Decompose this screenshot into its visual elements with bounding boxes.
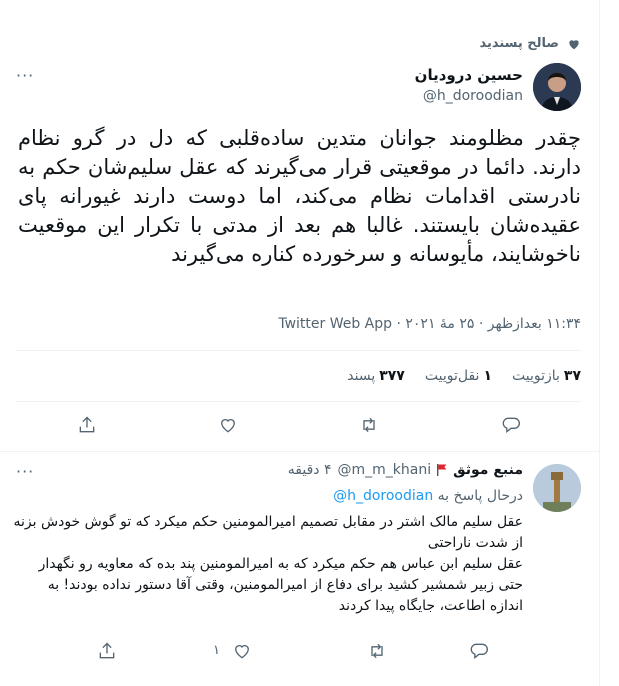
reply-line: عقل سلیم مالک اشتر در مقابل تصمیم امیرال… [13, 514, 523, 551]
reply-text: عقل سلیم مالک اشتر در مقابل تصمیم امیرال… [13, 512, 523, 617]
reply-icon [470, 643, 488, 660]
divider [0, 451, 599, 452]
share-button[interactable] [96, 640, 118, 662]
retweets-label: بازتوییت [511, 368, 560, 384]
flag-icon [437, 464, 447, 476]
likes-count: ۳۷۷ [379, 368, 405, 384]
retweet-icon [363, 417, 375, 433]
author-name[interactable]: حسین درودیان [415, 66, 523, 84]
avatar-photo [533, 464, 581, 512]
quotes-count: ۱ [483, 368, 492, 384]
social-context[interactable]: صالح پسندید [479, 36, 581, 51]
reply-button[interactable] [500, 414, 522, 436]
more-options-icon[interactable]: ··· [16, 462, 34, 481]
social-context-text: صالح پسندید [479, 36, 559, 51]
reply-avatar[interactable] [533, 464, 581, 512]
quotes-stat[interactable]: ۱نقل‌توییت [425, 368, 492, 384]
like-button[interactable] [231, 640, 253, 662]
tweet-detail-panel: صالح پسندید حسین درودیان @h_doroodian ··… [0, 0, 600, 686]
reply-button[interactable] [468, 640, 490, 662]
divider [16, 401, 581, 402]
likes-stat[interactable]: ۳۷۷پسند [347, 368, 405, 384]
replying-to-handle[interactable]: @h_doroodian [333, 488, 433, 504]
likes-label: پسند [347, 368, 376, 384]
divider [16, 350, 581, 351]
retweet-icon [371, 643, 383, 659]
heart-icon [221, 419, 235, 433]
avatar-photo [533, 63, 581, 111]
like-button[interactable] [217, 414, 239, 436]
retweet-button[interactable] [366, 640, 388, 662]
quotes-label: نقل‌توییت [424, 368, 480, 384]
heart-icon [569, 39, 579, 49]
retweets-stat[interactable]: ۳۷بازتوییت [512, 368, 581, 384]
more-options-icon[interactable]: ··· [16, 66, 34, 85]
share-button[interactable] [76, 414, 98, 436]
share-icon [99, 642, 115, 659]
share-icon [79, 416, 95, 433]
tweet-text: چقدر مظلومند جوانان متدین ساده‌قلبی که د… [18, 126, 581, 266]
avatar[interactable] [533, 63, 581, 111]
reply-icon [502, 417, 520, 434]
retweets-count: ۳۷ [563, 368, 581, 384]
tweet-stats: ۳۷بازتوییت ۱نقل‌توییت ۳۷۷پسند [347, 368, 581, 384]
reply-header: منبع موثق @m_m_khani ۴ دقیقه [288, 462, 523, 478]
reply-time[interactable]: ۴ دقیقه [288, 462, 332, 478]
heart-icon [235, 645, 249, 659]
like-count: ۱ [213, 643, 220, 658]
reply-line: حتی زبیر شمشیر کشید برای دفاع از امیرالم… [47, 577, 523, 614]
replying-to: درحال پاسخ به @h_doroodian [333, 488, 523, 504]
tweet-timestamp[interactable]: ۱۱:۳۴ بعدازظهر · ۲۵ مهٔ ۲۰۲۱ · Twitter W… [278, 316, 581, 332]
reply-author-handle[interactable]: @m_m_khani [338, 462, 432, 478]
retweet-button[interactable] [358, 414, 380, 436]
reply-author-name[interactable]: منبع موثق [453, 462, 523, 478]
replying-prefix: درحال پاسخ به [437, 488, 523, 504]
reply-line: عقل سلیم ابن عباس هم حکم میکرد که به امی… [38, 556, 523, 572]
author-handle[interactable]: @h_doroodian [423, 88, 523, 104]
